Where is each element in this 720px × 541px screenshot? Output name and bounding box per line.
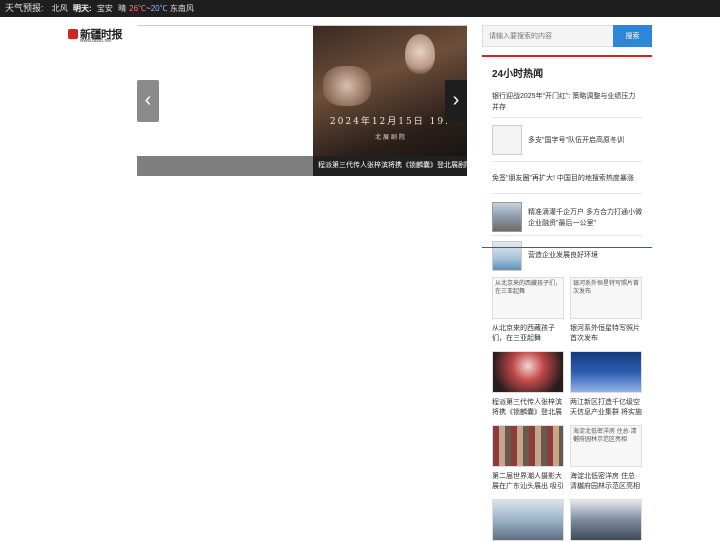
search-box: 搜索 xyxy=(482,25,652,47)
section-divider xyxy=(482,247,652,248)
slide-caption[interactable]: 程派第三代传人张梓滨将携《锁麟囊》登北展剧院 xyxy=(313,156,467,176)
gallery-caption[interactable]: 第二届世界潮人摄影大展在广东汕头展出 吸引 xyxy=(492,472,564,492)
hot-news-item[interactable]: 免签"朋友圈"再扩大! 中国目的地搜索热度暴涨 xyxy=(492,173,642,184)
search-input[interactable] xyxy=(482,25,614,47)
hot-news-thumbnail[interactable] xyxy=(492,125,522,155)
gallery-image[interactable]: 从北京来的西藏孩子们，在三亚起舞 xyxy=(492,277,564,319)
photo-date-text: 2024年12月15日 19: xyxy=(329,117,451,127)
gallery-item[interactable] xyxy=(570,499,642,541)
slide-photo[interactable]: 2024年12月15日 19: 北 展 剧 院 xyxy=(313,26,467,176)
divider xyxy=(492,161,642,162)
gallery-item[interactable] xyxy=(492,499,564,541)
divider xyxy=(492,117,642,118)
weather-tomorrow: 明天: xyxy=(72,4,92,13)
hot-news-item[interactable]: 营造企业发展良好环境 xyxy=(528,250,646,261)
site-logo[interactable]: 新疆时报 www.dbnb.net xyxy=(68,27,124,44)
photo-venue-text: 北 展 剧 院 xyxy=(375,134,405,141)
gallery-item[interactable]: 程派第三代传人张梓滨将携《锁麟囊》登北展 xyxy=(492,351,564,418)
hot-news-thumbnail[interactable] xyxy=(492,202,522,232)
gallery-item[interactable]: 银河系外恒星特写照片首次发布 银河系外恒星特写照片首次发布 xyxy=(570,277,642,344)
weather-temp-high: 26℃ xyxy=(129,4,147,13)
slide-blank xyxy=(137,26,313,156)
gallery-item[interactable]: 第二届世界潮人摄影大展在广东汕头展出 吸引 xyxy=(492,425,564,492)
search-button[interactable]: 搜索 xyxy=(613,25,652,47)
hot-news-item[interactable]: 多支"国字号"队伍开启高原冬训 xyxy=(528,135,646,146)
gallery-image[interactable] xyxy=(492,425,564,467)
gallery-image[interactable] xyxy=(492,499,564,541)
hot-news-thumbnail[interactable] xyxy=(492,241,522,271)
weather-label: 天气预报: xyxy=(5,3,44,13)
gallery-caption[interactable]: 两江新区打造千亿级空天信息产业集群 将实施 xyxy=(570,398,642,418)
gallery-item[interactable]: 从北京来的西藏孩子们，在三亚起舞 从北京来的西藏孩子们，在三亚起舞 xyxy=(492,277,564,344)
hot-news-item[interactable]: 精准滴灌千企万户 多方合力打通小微企业融资"最后一公里" xyxy=(528,207,646,229)
weather-condition: 晴 xyxy=(118,4,127,13)
gallery-caption[interactable]: 银河系外恒星特写照片首次发布 xyxy=(570,324,642,344)
weather-wind: 东南风 xyxy=(169,4,194,13)
logo-url: www.dbnb.net xyxy=(80,38,112,44)
divider xyxy=(492,235,642,236)
slider-next-icon[interactable]: › xyxy=(445,80,467,122)
gallery-item[interactable]: 海淀北低密洋房 住总·清樾府园林示范区亮相 海淀北低密洋房 住总·清樾府园林示范… xyxy=(570,425,642,492)
weather-bar: 天气预报: 北风 明天: 宝安 晴 26℃~20℃ 东南风 xyxy=(0,0,720,17)
gallery-caption[interactable]: 从北京来的西藏孩子们，在三亚起舞 xyxy=(492,324,564,344)
slider-prev-icon[interactable]: ‹ xyxy=(137,80,159,122)
logo-mark-icon xyxy=(68,29,78,39)
gallery-caption[interactable]: 程派第三代传人张梓滨将携《锁麟囊》登北展 xyxy=(492,398,564,418)
weather-place: 宝安 xyxy=(96,4,113,13)
divider xyxy=(492,193,642,194)
gallery-caption[interactable]: 海淀北低密洋房 住总·清樾府园林示范区亮相 xyxy=(570,472,642,492)
gallery-item[interactable]: 两江新区打造千亿级空天信息产业集群 将实施 xyxy=(570,351,642,418)
photo-face-shape xyxy=(405,34,435,74)
gallery-image[interactable] xyxy=(492,351,564,393)
hot-news-item[interactable]: 银行迎战2025年"开门红": 策略调整与业绩压力并存 xyxy=(492,91,642,113)
weather-city: 北风 xyxy=(51,4,68,13)
photo-hand-shape xyxy=(323,66,371,106)
gallery-image[interactable]: 银河系外恒星特写照片首次发布 xyxy=(570,277,642,319)
headline-slider: 2024年12月15日 19: 北 展 剧 院 程派第三代传人张梓滨将携《锁麟囊… xyxy=(137,25,467,176)
gallery-image[interactable]: 海淀北低密洋房 住总·清樾府园林示范区亮相 xyxy=(570,425,642,467)
hot-news-panel: 24小时热闻 银行迎战2025年"开门红": 策略调整与业绩压力并存 多支"国字… xyxy=(482,55,652,271)
weather-temp-low: 20℃ xyxy=(150,4,168,13)
gallery-image[interactable] xyxy=(570,499,642,541)
hot-news-title: 24小时热闻 xyxy=(492,69,544,80)
gallery-image[interactable] xyxy=(570,351,642,393)
